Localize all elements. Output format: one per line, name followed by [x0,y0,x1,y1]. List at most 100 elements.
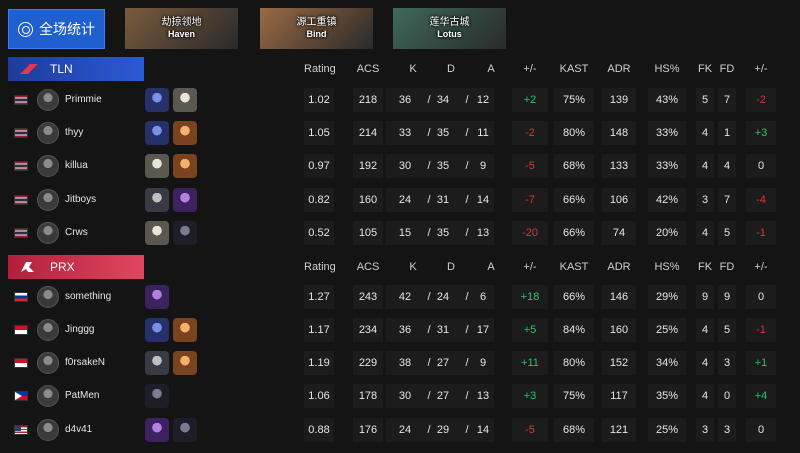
stat-fd: 0 [718,384,736,408]
stat-d: 27 [436,357,450,369]
player-name[interactable]: something [65,282,111,312]
stat-diff: -2 [512,121,548,145]
stat-a: 11 [477,127,489,139]
player-name[interactable]: Crws [65,218,88,248]
map-name: Bind [306,29,327,40]
agent-icon [145,318,169,342]
team-banner[interactable]: TLN [8,57,144,81]
map-tab-lotus[interactable]: 莲华古城 Lotus [393,8,506,49]
column-header: FD [719,261,735,273]
player-name[interactable]: f0rsakeN [65,348,105,378]
player-row: Jinggg 1.17 234 +5 84% 160 25% 4 5 -1 36 / 31 / 17 [8,315,793,345]
stat-kast: 66% [554,221,594,245]
map-title: 劫掠领地 [161,16,202,28]
stat-a: 9 [479,160,487,172]
kda-separator: / [427,227,431,239]
player-name[interactable]: thyy [65,118,83,148]
kda-separator: / [465,291,469,303]
stat-fk: 4 [696,351,714,375]
stat-adr: 74 [602,221,636,245]
team-header-row: TLN Rating ACS K D A +/- KAST ADR HS% FK FD +/- [0,57,800,81]
stat-kast: 80% [554,351,594,375]
column-header: A [487,63,495,75]
stat-fk: 3 [696,418,714,442]
stat-hs: 33% [648,154,686,178]
kda-separator: / [427,127,431,139]
kda-separator: / [465,390,469,402]
stat-fdiff: 0 [746,285,776,309]
stat-d: 34 [436,94,450,106]
player-name[interactable]: Primmie [65,85,102,115]
stat-k: 15 [398,227,412,239]
stat-d: 29 [436,424,450,436]
stat-fk: 4 [696,318,714,342]
stat-k: 36 [398,324,412,336]
player-avatar [37,189,59,211]
prx-logo-icon [18,260,40,274]
stat-kast: 75% [554,384,594,408]
team-banner[interactable]: PRX [8,255,144,279]
overall-stats-button[interactable]: 全场统计 [8,9,105,49]
stat-hs: 42% [648,188,686,212]
stat-fdiff: 0 [746,154,776,178]
stat-fk: 5 [696,88,714,112]
stat-adr: 106 [602,188,636,212]
player-name[interactable]: killua [65,151,88,181]
stat-d: 35 [436,160,450,172]
agent-icon [173,88,197,112]
stat-diff: +18 [512,285,548,309]
map-name: Haven [167,29,195,40]
kda-separator: / [427,160,431,172]
stat-fd: 3 [718,351,736,375]
agent-icon [173,188,197,212]
stat-adr: 146 [602,285,636,309]
stat-fd: 4 [718,154,736,178]
kda-separator: / [465,194,469,206]
kda-separator: / [465,127,469,139]
player-name[interactable]: PatMen [65,381,99,411]
player-name[interactable]: d4v41 [65,415,92,445]
kda-group: 33 / 35 / 11 [386,121,494,145]
stat-fd: 5 [718,221,736,245]
stat-a: 13 [476,390,490,402]
stat-rating: 0.88 [304,418,334,442]
stat-acs: 218 [353,88,383,112]
stat-rating: 1.06 [304,384,334,408]
agent-icon [145,121,169,145]
column-header: KAST [559,261,589,273]
flag-icon [14,425,28,435]
stat-fd: 7 [718,188,736,212]
stat-kast: 66% [554,188,594,212]
player-name[interactable]: Jinggg [65,315,94,345]
kda-separator: / [427,324,431,336]
column-header: D [447,261,455,273]
kda-separator: / [465,357,469,369]
stat-fdiff: -4 [746,188,776,212]
kda-separator: / [427,291,431,303]
agent-icon [173,351,197,375]
player-row: killua 0.97 192 -5 68% 133 33% 4 4 0 30/35/9 [8,151,793,181]
stat-k: 33 [398,127,412,139]
flag-icon [14,128,28,138]
column-header: K [409,63,417,75]
stat-k: 30 [398,160,412,172]
agent-icon [173,418,197,442]
stat-fdiff: 0 [746,418,776,442]
stat-kast: 66% [554,285,594,309]
player-name[interactable]: Jitboys [65,185,96,215]
stat-fdiff: -1 [746,221,776,245]
column-header: ACS [356,63,380,75]
stat-adr: 117 [602,384,636,408]
kda-group: 36 / 34 / 12 [386,88,494,112]
map-tab-bind[interactable]: 源工重镇 Bind [260,8,373,49]
stat-rating: 1.17 [304,318,334,342]
stat-rating: 0.82 [304,188,334,212]
kda-group: 30 / 27 / 13 [386,384,494,408]
kda-group: 36 / 31 / 17 [386,318,494,342]
stat-fd: 7 [718,88,736,112]
stat-rating: 0.97 [304,154,334,178]
stat-kast: 80% [554,121,594,145]
stat-d: 31 [436,194,450,206]
kda-separator: / [465,424,469,436]
map-tab-haven[interactable]: 劫掠领地 Haven [125,8,238,49]
